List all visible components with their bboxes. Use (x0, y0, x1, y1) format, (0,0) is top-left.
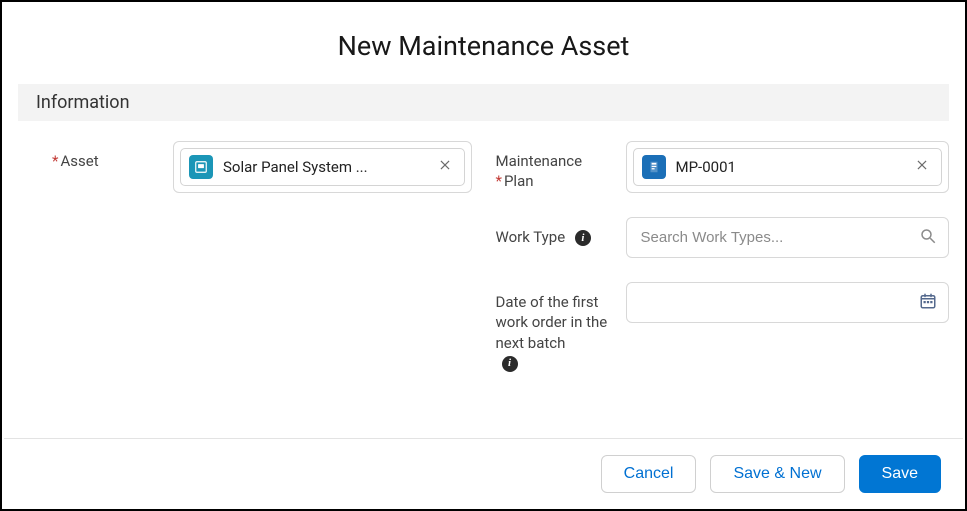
work-type-control (626, 217, 950, 258)
field-first-work-order-date: Date of the first work order in the next… (496, 282, 950, 373)
asset-pill[interactable]: Solar Panel System ... (180, 148, 465, 186)
info-icon[interactable]: i (502, 356, 518, 372)
section-header-information: Information (18, 84, 949, 121)
modal-title: New Maintenance Asset (2, 30, 965, 62)
cancel-button[interactable]: Cancel (601, 455, 697, 493)
maintenance-plan-pill[interactable]: MP-0001 (633, 148, 943, 186)
asset-remove-button[interactable] (434, 156, 456, 178)
asset-selected-label: Solar Panel System ... (223, 158, 424, 176)
maintenance-plan-remove-button[interactable] (911, 156, 933, 178)
field-maintenance-plan: Maintenance *Plan MP-0001 (496, 141, 950, 193)
first-work-order-date-input[interactable] (626, 282, 950, 323)
field-asset: *Asset Solar Panel System ... (18, 141, 472, 193)
search-icon (919, 227, 937, 249)
work-type-search-input[interactable] (626, 217, 950, 258)
maintenance-plan-lookup[interactable]: MP-0001 (626, 141, 950, 193)
work-type-label: Work Type i (496, 217, 626, 247)
field-work-type: Work Type i (496, 217, 950, 258)
info-icon[interactable]: i (575, 230, 591, 246)
save-and-new-button[interactable]: Save & New (710, 455, 844, 493)
first-work-order-date-label-text: Date of the first work order in the next… (496, 293, 608, 352)
save-button[interactable]: Save (859, 455, 941, 493)
maintenance-plan-icon (642, 155, 666, 179)
maintenance-plan-label-line1: Maintenance (496, 152, 583, 170)
first-work-order-date-control (626, 282, 950, 323)
maintenance-plan-label-line2: Plan (504, 172, 534, 190)
form-column-right: Maintenance *Plan MP-0001 (492, 141, 950, 397)
required-indicator: * (496, 172, 502, 190)
form-area: *Asset Solar Panel System ... (2, 121, 965, 397)
calendar-icon[interactable] (919, 292, 937, 314)
required-indicator: * (52, 152, 58, 170)
maintenance-plan-selected-label: MP-0001 (676, 158, 902, 176)
modal-footer: Cancel Save & New Save (4, 438, 963, 509)
asset-lookup[interactable]: Solar Panel System ... (173, 141, 472, 193)
maintenance-plan-control: MP-0001 (626, 141, 950, 193)
work-type-label-text: Work Type (496, 228, 566, 246)
form-column-left: *Asset Solar Panel System ... (18, 141, 492, 397)
asset-label: *Asset (18, 141, 173, 171)
maintenance-plan-label: Maintenance *Plan (496, 141, 626, 192)
first-work-order-date-label: Date of the first work order in the next… (496, 282, 626, 373)
asset-label-text: Asset (60, 152, 98, 170)
asset-icon (189, 155, 213, 179)
asset-control: Solar Panel System ... (173, 141, 472, 193)
